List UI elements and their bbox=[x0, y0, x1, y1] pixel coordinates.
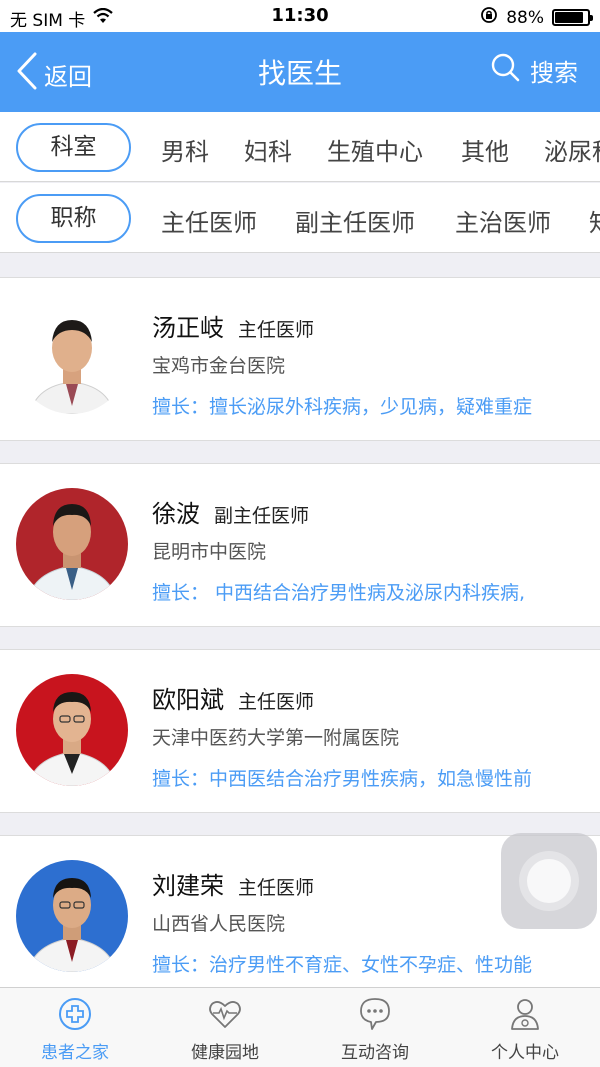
tab-label: 健康园地 bbox=[191, 1043, 259, 1063]
doctor-name-line: 汤正岐 主任医师 bbox=[152, 308, 314, 343]
doctor-hospital: 山西省人民医院 bbox=[152, 913, 286, 935]
tab-patient-home[interactable]: 患者之家 bbox=[0, 988, 150, 1067]
doctor-card[interactable]: 汤正岐 主任医师 宝鸡市金台医院 擅长：擅长泌尿外科疾病，少见病，疑难重症 bbox=[0, 277, 600, 441]
doctor-title: 主任医师 bbox=[238, 877, 315, 899]
tab-health-garden[interactable]: 健康园地 bbox=[150, 988, 300, 1067]
doctor-name-line: 刘建荣 主任医师 bbox=[152, 866, 314, 901]
doctor-title: 主任医师 bbox=[238, 691, 315, 713]
doctor-hospital: 天津中医药大学第一附属医院 bbox=[152, 727, 400, 749]
tab-bar: 患者之家 健康园地 互动咨询 个人中心 bbox=[0, 987, 600, 1067]
tab-label: 患者之家 bbox=[41, 1043, 109, 1063]
tab-consultation[interactable]: 互动咨询 bbox=[300, 988, 450, 1067]
department-option[interactable]: 泌尿科 bbox=[544, 132, 600, 167]
doctor-hospital: 昆明市中医院 bbox=[152, 541, 267, 563]
title-option[interactable]: 主治医师 bbox=[455, 203, 551, 238]
tab-personal-center[interactable]: 个人中心 bbox=[450, 988, 600, 1067]
department-option[interactable]: 男科 bbox=[161, 132, 209, 167]
doctor-title: 主任医师 bbox=[238, 319, 315, 341]
doctor-specialty: 擅长：中西医结合治疗男性疾病，如急慢性前 bbox=[152, 768, 533, 790]
doctor-hospital: 宝鸡市金台医院 bbox=[152, 355, 286, 377]
doctor-avatar bbox=[16, 860, 128, 972]
title-filter-label[interactable]: 职称 bbox=[16, 194, 131, 243]
doctor-name-line: 徐波 副主任医师 bbox=[152, 494, 309, 529]
doctor-avatar bbox=[16, 302, 128, 414]
doctor-card[interactable]: 徐波 副主任医师 昆明市中医院 擅长： 中西结合治疗男性病及泌尿内科疾病, bbox=[0, 463, 600, 627]
battery-percent: 88% bbox=[506, 7, 544, 28]
doctor-specialty: 擅长：治疗男性不育症、女性不孕症、性功能 bbox=[152, 954, 533, 976]
status-bar: 无 SIM 卡 11:30 88% bbox=[0, 0, 600, 32]
tab-label: 个人中心 bbox=[491, 1043, 559, 1063]
search-icon bbox=[490, 52, 520, 88]
doctor-avatar bbox=[16, 674, 128, 786]
title-option[interactable]: 主任医师 bbox=[161, 203, 257, 238]
assistive-dot bbox=[527, 859, 571, 903]
doctor-name: 刘建荣 bbox=[152, 872, 224, 900]
doctor-avatar bbox=[16, 488, 128, 600]
chat-bubble-icon bbox=[360, 998, 390, 1030]
doctor-card[interactable]: 欧阳斌 主任医师 天津中医药大学第一附属医院 擅长：中西医结合治疗男性疾病，如急慢… bbox=[0, 649, 600, 813]
tab-label: 互动咨询 bbox=[341, 1043, 409, 1063]
person-icon bbox=[511, 999, 539, 1030]
status-right: 88% bbox=[480, 6, 593, 29]
department-option[interactable]: 其他 bbox=[461, 132, 509, 167]
department-option[interactable]: 生殖中心 bbox=[327, 132, 423, 167]
title-option[interactable]: 知名专家 bbox=[589, 203, 600, 238]
department-filter-label[interactable]: 科室 bbox=[16, 123, 131, 172]
department-filter-row: 科室 男科 妇科 生殖中心 其他 泌尿科 bbox=[0, 112, 600, 182]
title-option[interactable]: 副主任医师 bbox=[295, 203, 415, 238]
department-option[interactable]: 妇科 bbox=[244, 132, 292, 167]
doctor-specialty: 擅长： 中西结合治疗男性病及泌尿内科疾病, bbox=[152, 582, 526, 604]
doctor-name: 汤正岐 bbox=[152, 314, 224, 342]
title-filter-row: 职称 主任医师 副主任医师 主治医师 知名专家 bbox=[0, 183, 600, 253]
battery-icon bbox=[552, 9, 593, 26]
assistive-touch-button[interactable] bbox=[501, 833, 597, 929]
doctor-specialty: 擅长：擅长泌尿外科疾病，少见病，疑难重症 bbox=[152, 396, 533, 418]
doctor-name-line: 欧阳斌 主任医师 bbox=[152, 680, 314, 715]
medical-cross-icon bbox=[59, 998, 91, 1030]
search-label: 搜索 bbox=[530, 58, 578, 87]
doctor-name: 徐波 bbox=[152, 500, 200, 528]
doctor-title: 副主任医师 bbox=[214, 505, 310, 527]
rotation-lock-icon bbox=[480, 6, 498, 29]
heart-pulse-icon bbox=[209, 1001, 241, 1028]
search-button[interactable]: 搜索 bbox=[490, 52, 578, 88]
doctor-name: 欧阳斌 bbox=[152, 686, 224, 714]
battery-fill bbox=[555, 12, 583, 23]
nav-bar: 返回 找医生 搜索 bbox=[0, 32, 600, 112]
